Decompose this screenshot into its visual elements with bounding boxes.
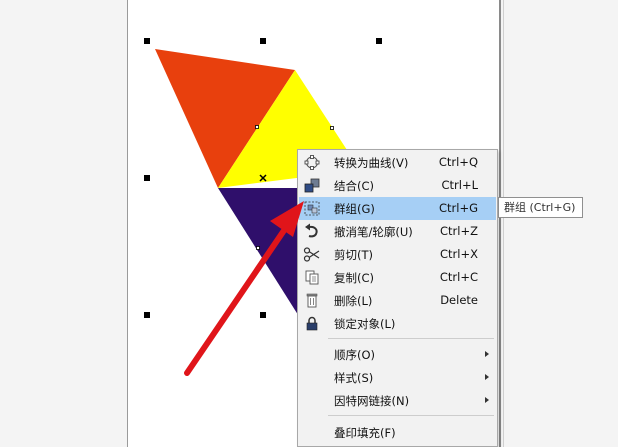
combine-icon bbox=[303, 177, 321, 194]
menu-item-shortcut: Ctrl+Z bbox=[440, 224, 478, 238]
menu-item-shortcut: Ctrl+X bbox=[440, 247, 478, 261]
node-marker bbox=[330, 126, 334, 130]
menu-item-label: 剪切(T) bbox=[334, 248, 373, 262]
selection-handle-top-left[interactable] bbox=[144, 38, 150, 44]
menu-item-label: 因特网链接(N) bbox=[334, 394, 410, 408]
menu-item-internet-link[interactable]: 因特网链接(N) bbox=[299, 389, 496, 412]
menu-item-label: 样式(S) bbox=[334, 371, 374, 385]
menu-separator bbox=[328, 338, 494, 339]
trash-icon bbox=[303, 292, 321, 309]
menu-item-cut[interactable]: 剪切(T) Ctrl+X bbox=[299, 243, 496, 266]
selection-handle-top-right[interactable] bbox=[376, 38, 382, 44]
copy-icon bbox=[303, 269, 321, 286]
menu-item-label: 锁定对象(L) bbox=[334, 317, 396, 331]
menu-item-copy[interactable]: 复制(C) Ctrl+C bbox=[299, 266, 496, 289]
menu-item-label: 群组(G) bbox=[334, 202, 375, 216]
node-marker bbox=[255, 125, 259, 129]
menu-item-undo-outline[interactable]: 撤消笔/轮廓(U) Ctrl+Z bbox=[299, 220, 496, 243]
menu-separator bbox=[328, 415, 494, 416]
menu-item-styles[interactable]: 样式(S) bbox=[299, 366, 496, 389]
menu-item-combine[interactable]: 结合(C) Ctrl+L bbox=[299, 174, 496, 197]
node-marker bbox=[256, 246, 260, 250]
purple-triangle[interactable] bbox=[218, 188, 300, 318]
menu-item-label: 顺序(O) bbox=[334, 348, 376, 362]
menu-item-convert-to-curves[interactable]: 转换为曲线(V) Ctrl+Q bbox=[299, 151, 496, 174]
tooltip: 群组 (Ctrl+G) bbox=[498, 197, 583, 218]
menu-item-label: 转换为曲线(V) bbox=[334, 156, 409, 170]
context-menu: 转换为曲线(V) Ctrl+Q 结合(C) Ctrl+L 群组(G) Ctrl+… bbox=[297, 149, 498, 447]
selection-handle-bottom-center[interactable] bbox=[260, 312, 266, 318]
menu-item-shortcut: Ctrl+C bbox=[439, 270, 478, 284]
group-icon bbox=[303, 200, 321, 217]
menu-item-label: 结合(C) bbox=[334, 179, 375, 193]
menu-item-delete[interactable]: 删除(L) Delete bbox=[299, 289, 496, 312]
menu-item-shortcut: Ctrl+L bbox=[441, 178, 478, 192]
scissors-icon bbox=[303, 246, 321, 263]
menu-item-shortcut: Delete bbox=[440, 293, 478, 307]
selection-handle-bottom-left[interactable] bbox=[144, 312, 150, 318]
selection-handle-middle-left[interactable] bbox=[144, 175, 150, 181]
menu-item-label: 删除(L) bbox=[334, 294, 373, 308]
menu-item-overprint-fill[interactable]: 叠印填充(F) bbox=[299, 421, 496, 444]
submenu-arrow-icon bbox=[485, 397, 489, 403]
menu-item-shortcut: Ctrl+Q bbox=[438, 155, 478, 169]
selection-handle-top-center[interactable] bbox=[260, 38, 266, 44]
menu-item-group[interactable]: 群组(G) Ctrl+G bbox=[299, 197, 496, 220]
menu-item-label: 撤消笔/轮廓(U) bbox=[334, 225, 413, 239]
lock-icon bbox=[303, 315, 321, 332]
menu-item-order[interactable]: 顺序(O) bbox=[299, 343, 496, 366]
menu-item-label: 复制(C) bbox=[334, 271, 375, 285]
submenu-arrow-icon bbox=[485, 374, 489, 380]
undo-icon bbox=[303, 223, 321, 240]
menu-item-lock-object[interactable]: 锁定对象(L) bbox=[299, 312, 496, 335]
submenu-arrow-icon bbox=[485, 351, 489, 357]
menu-item-label: 叠印填充(F) bbox=[334, 426, 396, 440]
curve-node-icon bbox=[303, 154, 321, 171]
menu-item-shortcut: Ctrl+G bbox=[438, 201, 478, 215]
